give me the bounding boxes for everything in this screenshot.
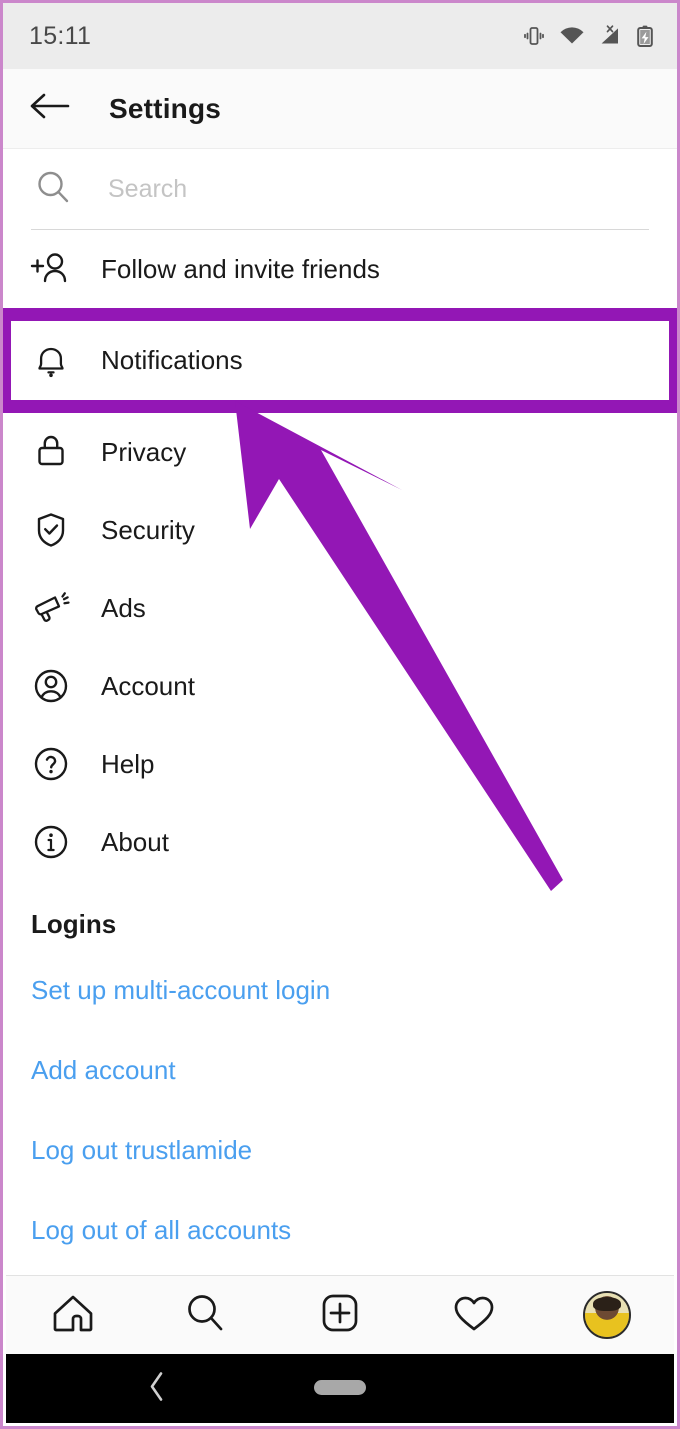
settings-item-label: Security [101, 514, 195, 545]
app-bar: Settings [3, 69, 677, 149]
status-bar-icons [522, 24, 655, 48]
settings-list: Search Follow and invite friends Notific… [3, 149, 677, 1270]
chevron-back-icon[interactable] [146, 1369, 168, 1408]
settings-item-label: Account [101, 670, 195, 701]
back-button[interactable] [25, 83, 77, 135]
nav-profile-button[interactable] [572, 1280, 642, 1350]
settings-item-label: Notifications [101, 345, 243, 375]
back-arrow-icon [29, 91, 73, 126]
info-circle-icon [27, 818, 75, 866]
bottom-navigation-bar [6, 1275, 674, 1354]
cellular-no-service-icon [598, 24, 622, 48]
nav-add-post-button[interactable] [305, 1280, 375, 1350]
link-label: Add account [31, 1054, 176, 1085]
phone-screenshot-frame: 15:11 Settings Search Follow and invite … [0, 0, 680, 1429]
link-log-out-all-accounts[interactable]: Log out of all accounts [3, 1190, 677, 1270]
shield-check-icon [27, 506, 75, 554]
link-label: Set up multi-account login [31, 974, 331, 1005]
status-bar: 15:11 [3, 3, 677, 69]
notifications-highlight-box: Notifications [3, 308, 677, 413]
settings-item-notifications[interactable]: Notifications [11, 321, 669, 400]
settings-item-account[interactable]: Account [3, 647, 677, 725]
search-field[interactable]: Search [3, 149, 677, 229]
settings-item-ads[interactable]: Ads [3, 569, 677, 647]
settings-item-about[interactable]: About [3, 803, 677, 881]
logins-section-title: Logins [31, 909, 117, 939]
settings-item-label: Privacy [101, 436, 187, 467]
link-set-up-multi-account-login[interactable]: Set up multi-account login [3, 950, 677, 1030]
settings-item-label: Follow and invite friends [101, 253, 380, 284]
search-icon [181, 1289, 231, 1342]
profile-avatar [583, 1291, 632, 1339]
nav-search-button[interactable] [171, 1280, 241, 1350]
link-label: Log out trustlamide [31, 1134, 253, 1165]
battery-charging-icon [635, 24, 655, 48]
avatar-hair [593, 1297, 622, 1311]
lock-icon [27, 428, 75, 476]
person-circle-icon [27, 662, 75, 710]
link-log-out-user[interactable]: Log out trustlamide [3, 1110, 677, 1190]
link-add-account[interactable]: Add account [3, 1030, 677, 1110]
add-post-icon [315, 1289, 365, 1342]
nav-home-button[interactable] [38, 1280, 108, 1350]
megaphone-icon [27, 584, 75, 632]
link-label: Log out of all accounts [31, 1214, 292, 1245]
settings-item-label: About [101, 826, 169, 857]
home-pill-indicator[interactable] [314, 1380, 366, 1395]
wifi-icon [559, 24, 585, 48]
nav-activity-button[interactable] [439, 1280, 509, 1350]
activity-heart-icon [448, 1289, 500, 1342]
page-title: Settings [109, 92, 222, 124]
settings-item-privacy[interactable]: Privacy [3, 413, 677, 491]
question-circle-icon [27, 740, 75, 788]
search-input-placeholder: Search [108, 174, 188, 203]
status-bar-clock: 15:11 [29, 21, 92, 50]
settings-item-help[interactable]: Help [3, 725, 677, 803]
home-icon [47, 1289, 99, 1342]
settings-item-label: Ads [101, 592, 146, 623]
search-icon [33, 167, 73, 212]
settings-item-follow-and-invite-friends[interactable]: Follow and invite friends [3, 230, 677, 308]
settings-item-label: Help [101, 748, 155, 779]
android-navigation-bar [6, 1354, 674, 1423]
settings-item-security[interactable]: Security [3, 491, 677, 569]
vibrate-icon [522, 24, 546, 48]
add-person-icon [27, 245, 75, 293]
bell-icon [27, 337, 75, 385]
